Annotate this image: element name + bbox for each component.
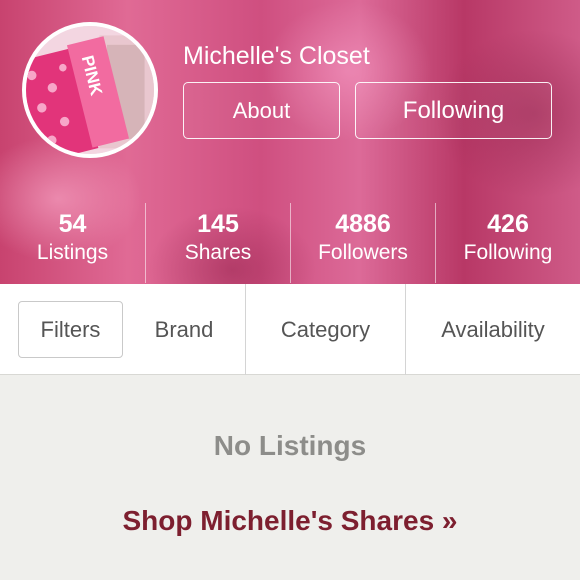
stat-label: Followers (318, 241, 408, 264)
profile-header: PINK Michelle's Closet About Following 5… (0, 0, 580, 284)
avatar[interactable]: PINK (22, 22, 158, 158)
brand-filter[interactable]: Brand (123, 284, 245, 375)
stat-value: 145 (197, 210, 239, 238)
stat-followers[interactable]: 4886 Followers (290, 203, 435, 283)
category-filter[interactable]: Category (245, 284, 405, 375)
stat-value: 4886 (335, 210, 391, 238)
listings-area: No Listings Shop Michelle's Shares » (0, 375, 580, 580)
about-button[interactable]: About (183, 82, 340, 139)
stats-bar: 54 Listings 145 Shares 4886 Followers 42… (0, 203, 580, 283)
stat-label: Listings (36, 241, 109, 264)
stat-label: Following (463, 241, 553, 264)
stat-shares[interactable]: 145 Shares (145, 203, 290, 283)
availability-filter[interactable]: Availability (405, 284, 580, 375)
stat-following[interactable]: 426 Following (435, 203, 580, 283)
stat-listings[interactable]: 54 Listings (0, 203, 145, 283)
filter-bar: Filters Brand Category Availability (0, 284, 580, 375)
shop-shares-link[interactable]: Shop Michelle's Shares » (0, 505, 580, 537)
empty-state-text: No Listings (213, 430, 367, 461)
stat-value: 426 (487, 210, 529, 238)
following-button[interactable]: Following (355, 82, 552, 139)
closet-name: Michelle's Closet (183, 42, 370, 70)
stat-label: Shares (184, 241, 252, 264)
pink-shopping-bags-icon: PINK (26, 26, 154, 154)
stat-value: 54 (58, 210, 87, 238)
filters-button[interactable]: Filters (18, 301, 123, 358)
